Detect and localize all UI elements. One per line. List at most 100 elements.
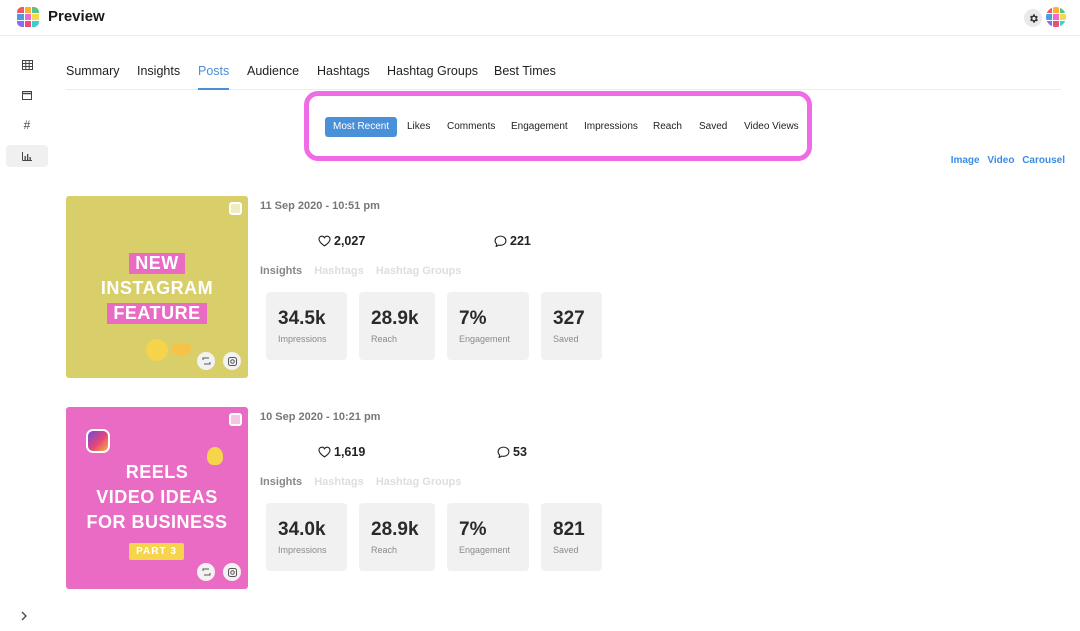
stat-saved: 821 Saved [541, 503, 602, 571]
comments-value: 53 [513, 445, 527, 459]
type-link-video[interactable]: Video [987, 155, 1014, 166]
app-title: Preview [48, 8, 105, 25]
stat-engagement: 7% Engagement [447, 292, 529, 360]
stat-label: Saved [553, 334, 579, 344]
bar-chart-icon [22, 151, 32, 161]
thumbnail-tag-text: PART 3 [136, 546, 177, 557]
media-type-filters: Image Video Carousel [946, 155, 1065, 166]
repost-button[interactable] [197, 352, 215, 370]
tab-hashtags[interactable]: Hashtags [317, 64, 370, 78]
comment-icon [494, 235, 507, 247]
comments-count: 53 [497, 445, 527, 459]
subtab-insights[interactable]: Insights [260, 476, 302, 488]
likes-count: 1,619 [318, 445, 365, 459]
instagram-icon [227, 567, 237, 577]
repost-icon [202, 357, 210, 365]
carousel-icon [229, 202, 242, 215]
heart-icon [318, 446, 331, 458]
filter-engagement[interactable]: Engagement [503, 117, 576, 137]
filter-comments[interactable]: Comments [439, 117, 503, 137]
sidebar-item-calendar[interactable] [6, 84, 48, 106]
thumbnail-text: REELS [125, 462, 189, 482]
thumbnail-text: INSTAGRAM [100, 278, 214, 298]
stat-label: Impressions [278, 545, 327, 555]
filter-video-views[interactable]: Video Views [736, 117, 807, 137]
post-thumbnail[interactable]: REELS VIDEO IDEAS FOR BUSINESS PART 3 [66, 407, 248, 589]
sidebar-item-analytics[interactable] [6, 145, 48, 167]
stat-value: 7% [459, 308, 487, 329]
post-date: 10 Sep 2020 - 10:21 pm [260, 411, 381, 423]
thumbnail-tag: PART 3 [129, 543, 184, 560]
subtab-hashtags[interactable]: Hashtags [314, 476, 364, 488]
stat-impressions: 34.0k Impressions [266, 503, 347, 571]
stat-impressions: 34.5k Impressions [266, 292, 347, 360]
filter-saved[interactable]: Saved [691, 117, 735, 137]
filter-impressions[interactable]: Impressions [576, 117, 646, 137]
filter-reach[interactable]: Reach [645, 117, 690, 137]
post-subtabs: Insights Hashtags Hashtag Groups [260, 265, 470, 277]
stat-value: 34.0k [278, 519, 326, 540]
tab-best-times[interactable]: Best Times [494, 64, 556, 78]
open-instagram-button[interactable] [223, 563, 241, 581]
settings-gear-icon[interactable] [1024, 9, 1042, 27]
subtab-insights[interactable]: Insights [260, 265, 302, 277]
expand-sidebar-button[interactable] [16, 608, 32, 624]
stat-label: Engagement [459, 545, 511, 555]
sort-filter-bar: Most Recent Likes Comments Engagement Im… [316, 102, 800, 150]
stat-reach: 28.9k Reach [359, 292, 435, 360]
app-logo-icon[interactable] [17, 7, 39, 27]
post-card: NEW INSTAGRAM FEATURE 11 Sep 2020 - 10:5… [66, 196, 1066, 378]
thinking-emoji-icon [146, 339, 168, 361]
post-subtabs: Insights Hashtags Hashtag Groups [260, 476, 470, 488]
main-tabs: Summary Insights Posts Audience Hashtags… [66, 56, 1061, 90]
thumbnail-text: VIDEO IDEAS [96, 487, 218, 507]
repost-button[interactable] [197, 563, 215, 581]
stat-label: Engagement [459, 334, 511, 344]
tab-insights[interactable]: Insights [137, 64, 180, 78]
tab-hashtag-groups[interactable]: Hashtag Groups [387, 64, 478, 78]
thumbnail-text: FOR BUSINESS [86, 512, 228, 532]
type-link-carousel[interactable]: Carousel [1022, 155, 1065, 166]
user-avatar[interactable] [1046, 7, 1066, 27]
likes-value: 1,619 [334, 445, 366, 459]
sidebar: # [0, 36, 56, 631]
hashtag-icon: # [23, 118, 31, 132]
likes-value: 2,027 [334, 234, 366, 248]
stat-value: 34.5k [278, 308, 326, 329]
likes-count: 2,027 [318, 234, 365, 248]
subtab-hashtag-groups[interactable]: Hashtag Groups [376, 265, 462, 277]
open-instagram-button[interactable] [223, 352, 241, 370]
repost-icon [202, 568, 210, 576]
post-thumbnail[interactable]: NEW INSTAGRAM FEATURE [66, 196, 248, 378]
subtab-hashtags[interactable]: Hashtags [314, 265, 364, 277]
calendar-icon [22, 91, 32, 100]
instagram-logo-icon [86, 429, 110, 453]
instagram-icon [227, 356, 237, 366]
post-date: 11 Sep 2020 - 10:51 pm [260, 200, 380, 212]
sidebar-item-grid[interactable] [6, 54, 48, 76]
filter-likes[interactable]: Likes [399, 117, 438, 137]
top-bar: Preview [0, 0, 1080, 36]
chevron-right-icon [21, 611, 27, 621]
stat-value: 821 [553, 519, 585, 540]
tab-summary[interactable]: Summary [66, 64, 119, 78]
stat-saved: 327 Saved [541, 292, 602, 360]
sidebar-item-hashtags[interactable]: # [6, 114, 48, 136]
tab-posts[interactable]: Posts [198, 64, 229, 78]
grid-icon [21, 60, 33, 70]
filter-most-recent[interactable]: Most Recent [325, 117, 398, 137]
thumbnail-text: NEW [129, 253, 185, 274]
type-link-image[interactable]: Image [951, 155, 980, 166]
stat-label: Reach [371, 334, 398, 344]
stat-value: 28.9k [371, 519, 419, 540]
stat-label: Saved [553, 545, 579, 555]
tab-audience[interactable]: Audience [247, 64, 299, 78]
stat-label: Reach [371, 545, 398, 555]
active-tab-indicator [198, 88, 229, 90]
comment-icon [497, 446, 510, 458]
stat-value: 327 [553, 308, 585, 329]
comments-value: 221 [510, 234, 531, 248]
heart-icon [318, 235, 331, 247]
stat-value: 28.9k [371, 308, 419, 329]
subtab-hashtag-groups[interactable]: Hashtag Groups [376, 476, 462, 488]
